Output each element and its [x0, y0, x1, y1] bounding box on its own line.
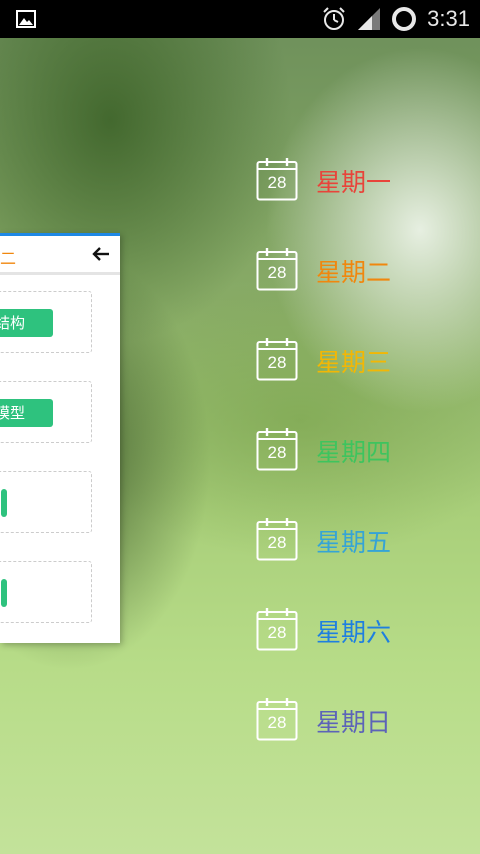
alarm-icon [321, 6, 347, 32]
day-label: 星期四 [316, 438, 392, 467]
day-label: 星期日 [316, 708, 392, 737]
status-bar: 3:31 [0, 0, 480, 38]
calendar-date: 28 [267, 533, 287, 552]
day-item-friday[interactable]: 28 星期五 [256, 517, 456, 561]
signal-icon [357, 7, 381, 31]
picture-icon [16, 10, 36, 28]
course-tag[interactable] [1, 489, 7, 517]
day-label: 星期五 [316, 528, 392, 557]
day-item-tuesday[interactable]: 28 星期二 [256, 247, 456, 291]
panel-header: 期二 [0, 236, 120, 275]
day-item-sunday[interactable]: 28 星期日 [256, 697, 456, 741]
day-label: 星期三 [316, 348, 392, 377]
course-slot-4[interactable] [0, 561, 92, 623]
calendar-date: 28 [267, 623, 287, 642]
course-slot-2[interactable]: 模型 [0, 381, 92, 443]
course-slot-1[interactable]: 结构 [0, 291, 92, 353]
calendar-date: 28 [267, 443, 287, 462]
day-item-thursday[interactable]: 28 星期四 [256, 427, 456, 471]
course-tag[interactable]: 模型 [0, 399, 53, 427]
day-label: 星期一 [316, 168, 392, 197]
day-detail-panel: 期二 结构 模型 [0, 233, 120, 643]
course-tag[interactable]: 结构 [0, 309, 53, 337]
day-item-saturday[interactable]: 28 星期六 [256, 607, 456, 651]
loading-circle-icon [391, 6, 417, 32]
panel-title: 期二 [0, 249, 17, 268]
day-item-wednesday[interactable]: 28 星期三 [256, 337, 456, 381]
day-label: 星期六 [316, 618, 392, 647]
back-arrow-icon[interactable] [92, 245, 110, 263]
course-slot-3[interactable] [0, 471, 92, 533]
day-label: 星期二 [316, 258, 392, 287]
calendar-date: 28 [267, 173, 287, 192]
calendar-date: 28 [267, 263, 287, 282]
calendar-date: 28 [267, 353, 287, 372]
course-tag[interactable] [1, 579, 7, 607]
clock-time: 3:31 [427, 6, 470, 31]
day-item-monday[interactable]: 28 星期一 [256, 157, 456, 201]
calendar-date: 28 [267, 713, 287, 732]
